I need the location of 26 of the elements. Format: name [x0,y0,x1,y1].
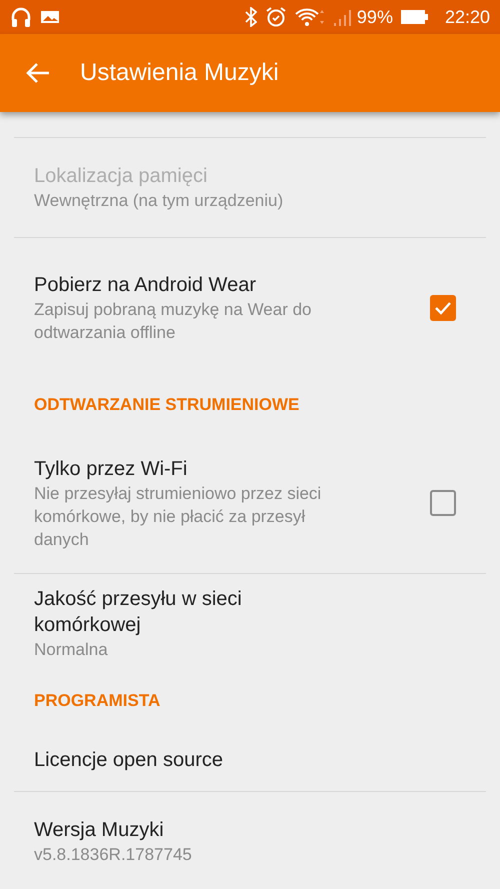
battery-percent: 99% [356,6,393,28]
checkbox[interactable] [430,294,456,320]
headphones-icon [10,6,32,28]
clock-time: 22:20 [444,6,490,28]
back-arrow-icon[interactable] [26,62,50,84]
wifi-icon [294,7,325,27]
setting-title[interactable]: Licencje open source [34,747,349,773]
setting-summary: Normalna [34,639,109,661]
setting-title: Lokalizacja pamięci [34,164,208,189]
setting-title[interactable]: Jakość przesyłu w sieci komórkowej [34,586,349,638]
setting-summary: v5.8.1836R.1787745 [34,844,193,866]
setting-summary: Nie przesyłaj strumieniowo przez sieci komórkowe, by nie płacić za przesył danych [34,482,322,550]
signal-icon [332,8,353,26]
setting-title[interactable]: Pobierz na Android Wear [34,272,349,298]
bluetooth-icon [244,7,257,27]
setting-title[interactable]: Wersja Muzyki [34,817,349,843]
setting-summary: Zapisuj pobraną muzykę na Wear do odtwarzania offline [34,298,313,344]
image-icon [40,9,60,25]
section-header: PROGRAMISTA [34,690,160,712]
battery-icon [400,9,429,25]
setting-title[interactable]: Tylko przez Wi-Fi [34,456,349,482]
setting-summary: Wewnętrzna (na tym urządzeniu) [34,190,284,212]
screen-title: Ustawienia Muzyki [80,58,279,88]
section-header: ODTWARZANIE STRUMIENIOWE [34,394,300,416]
alarm-clock-icon [264,6,287,28]
checkbox[interactable] [430,490,456,516]
